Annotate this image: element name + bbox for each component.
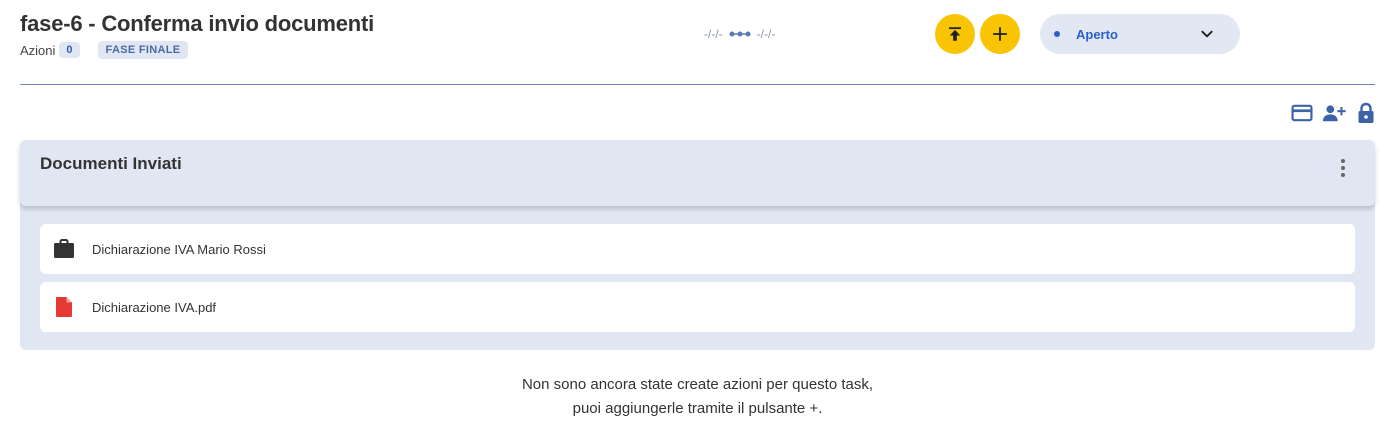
add-user-icon[interactable]: [1322, 101, 1346, 125]
add-action-button[interactable]: [980, 14, 1020, 54]
azioni-label: Azioni: [20, 42, 56, 58]
task-toolbar: [1290, 101, 1378, 125]
empty-message-line-1: Non sono ancora state create azioni per …: [521, 376, 874, 393]
page-title: fase-6 - Conferma invio documenti: [20, 11, 375, 36]
document-item[interactable]: Dichiarazione IVA Mario Rossi: [40, 224, 1355, 274]
lock-icon[interactable]: [1354, 101, 1378, 125]
chevron-down-icon: [1201, 30, 1213, 38]
documents-panel: Documenti Inviati Dichiarazione IVA Mari…: [20, 140, 1375, 350]
end-date: -/-/-: [756, 27, 776, 41]
task-meta: Azioni 0 FASE FINALE: [20, 40, 189, 60]
empty-message-line-2: puoi aggiungerle tramite il pulsante +.: [572, 400, 823, 417]
documents-panel-title: Documenti Inviati: [40, 154, 182, 173]
plus-icon: [993, 27, 1007, 41]
date-range-separator-icon: [729, 30, 751, 38]
status-dot: [1054, 31, 1060, 37]
status-select[interactable]: Aperto: [1040, 14, 1240, 54]
upload-to-top-icon: [949, 27, 961, 41]
document-item[interactable]: Dichiarazione IVA.pdf: [40, 282, 1355, 332]
phase-badge: FASE FINALE: [97, 41, 189, 59]
empty-actions-message: Non sono ancora state create azioni per …: [0, 373, 1395, 421]
task-header: fase-6 - Conferma invio documenti Azioni…: [0, 0, 1395, 86]
document-label: Dichiarazione IVA Mario Rossi: [92, 241, 266, 257]
document-label: Dichiarazione IVA.pdf: [92, 299, 217, 315]
status-value: Aperto: [1076, 26, 1118, 42]
briefcase-icon: [52, 237, 76, 261]
pdf-file-icon: [52, 295, 76, 319]
more-options-icon[interactable]: [1333, 158, 1353, 178]
azioni-count-badge: 0: [59, 42, 80, 58]
date-range: -/-/- -/-/-: [704, 27, 775, 41]
header-divider: [20, 84, 1375, 85]
documents-panel-header: Documenti Inviati: [20, 140, 1375, 206]
start-date: -/-/-: [704, 27, 723, 41]
upload-button[interactable]: [935, 14, 975, 54]
credit-card-icon[interactable]: [1290, 101, 1314, 125]
